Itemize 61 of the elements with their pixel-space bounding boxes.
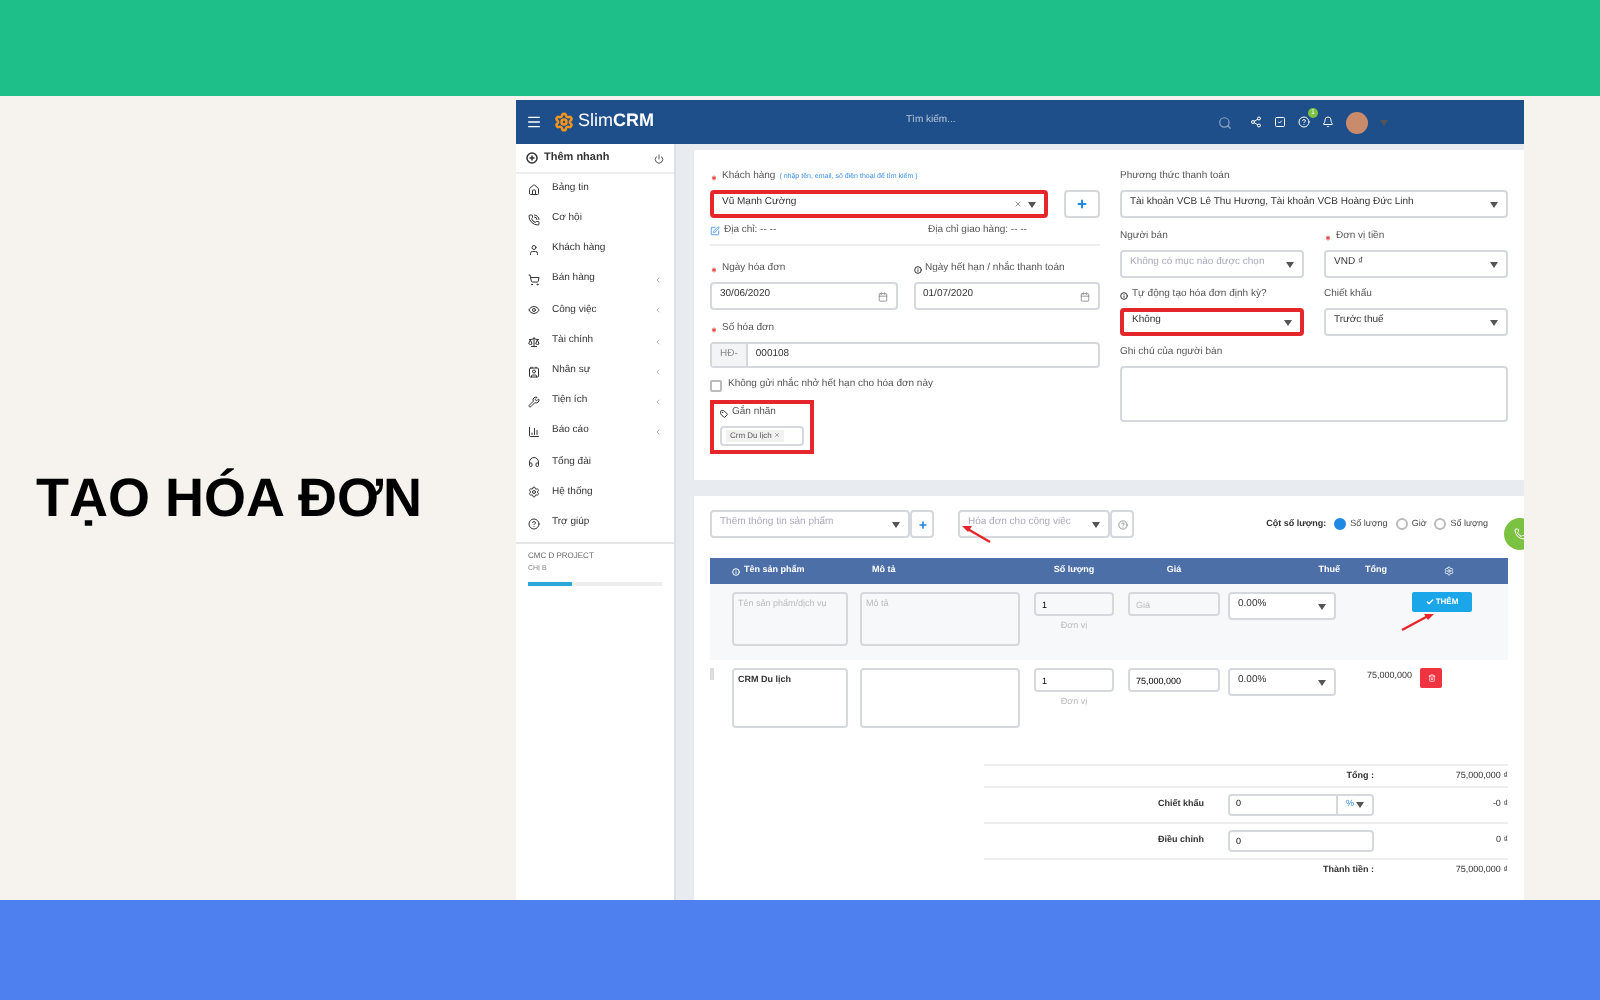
calendar-icon[interactable] — [877, 291, 887, 301]
eye-icon — [528, 304, 540, 317]
scale-icon — [528, 335, 540, 348]
plus-icon — [917, 519, 927, 529]
caret-icon — [1356, 802, 1364, 808]
settings-icon[interactable] — [1443, 566, 1453, 576]
slide-title: TẠO HÓA ĐƠN — [36, 465, 423, 532]
menu-icon[interactable] — [526, 114, 542, 130]
edit-icon[interactable] — [710, 226, 720, 236]
checkbox[interactable] — [710, 379, 722, 392]
help-icon[interactable] — [1298, 116, 1310, 128]
power-icon[interactable] — [654, 153, 664, 163]
caret-icon — [1092, 521, 1100, 527]
caret-icon — [1284, 319, 1292, 325]
caret-icon — [1490, 201, 1498, 207]
cart-icon — [528, 274, 540, 287]
share-icon[interactable] — [1250, 116, 1262, 128]
add-circle-icon — [526, 152, 538, 164]
user-icon — [528, 243, 540, 256]
radio-button[interactable] — [1334, 518, 1347, 530]
tag-icon — [720, 410, 728, 418]
calendar-icon[interactable] — [1080, 291, 1090, 301]
add-customer-button[interactable] — [1064, 190, 1100, 218]
gear-logo-icon — [554, 112, 574, 132]
delete-button[interactable] — [1420, 668, 1442, 688]
arrow-annotation — [1400, 612, 1436, 632]
caret-icon — [892, 521, 900, 527]
home-icon — [528, 183, 540, 196]
checklist-icon[interactable] — [1274, 116, 1286, 128]
avatar[interactable] — [1346, 111, 1368, 133]
add-product-button[interactable] — [910, 510, 934, 538]
description-field[interactable] — [860, 668, 1020, 728]
trash-icon — [1427, 674, 1435, 682]
caret-icon — [1490, 319, 1498, 325]
headphones-icon — [528, 456, 540, 469]
radio-button[interactable] — [1395, 518, 1408, 530]
info-icon — [732, 567, 740, 575]
plus-icon — [1076, 198, 1089, 210]
help-icon — [528, 517, 540, 530]
caret-icon — [1286, 261, 1294, 267]
caret-icon — [1318, 679, 1326, 685]
settings-icon — [528, 486, 540, 499]
info-icon — [1120, 292, 1128, 300]
contact-card-icon — [528, 365, 540, 378]
check-icon — [1425, 598, 1434, 606]
caret-icon — [1380, 119, 1388, 125]
logo-text: SlimCRM — [578, 108, 654, 135]
bell-icon[interactable] — [1322, 116, 1334, 128]
phone-icon — [1514, 528, 1524, 540]
wrench-icon — [528, 395, 540, 408]
bar-chart-icon — [528, 426, 540, 439]
phone-icon — [528, 213, 540, 226]
help-button[interactable] — [1110, 510, 1134, 538]
caret-icon — [1318, 603, 1326, 609]
arrow-annotation — [960, 524, 992, 544]
caret-icon — [1028, 201, 1037, 207]
drag-handle[interactable] — [710, 668, 714, 680]
caret-icon — [1490, 261, 1498, 267]
radio-button[interactable] — [1434, 518, 1447, 530]
search-icon[interactable] — [1218, 115, 1232, 129]
help-icon — [1117, 519, 1127, 529]
